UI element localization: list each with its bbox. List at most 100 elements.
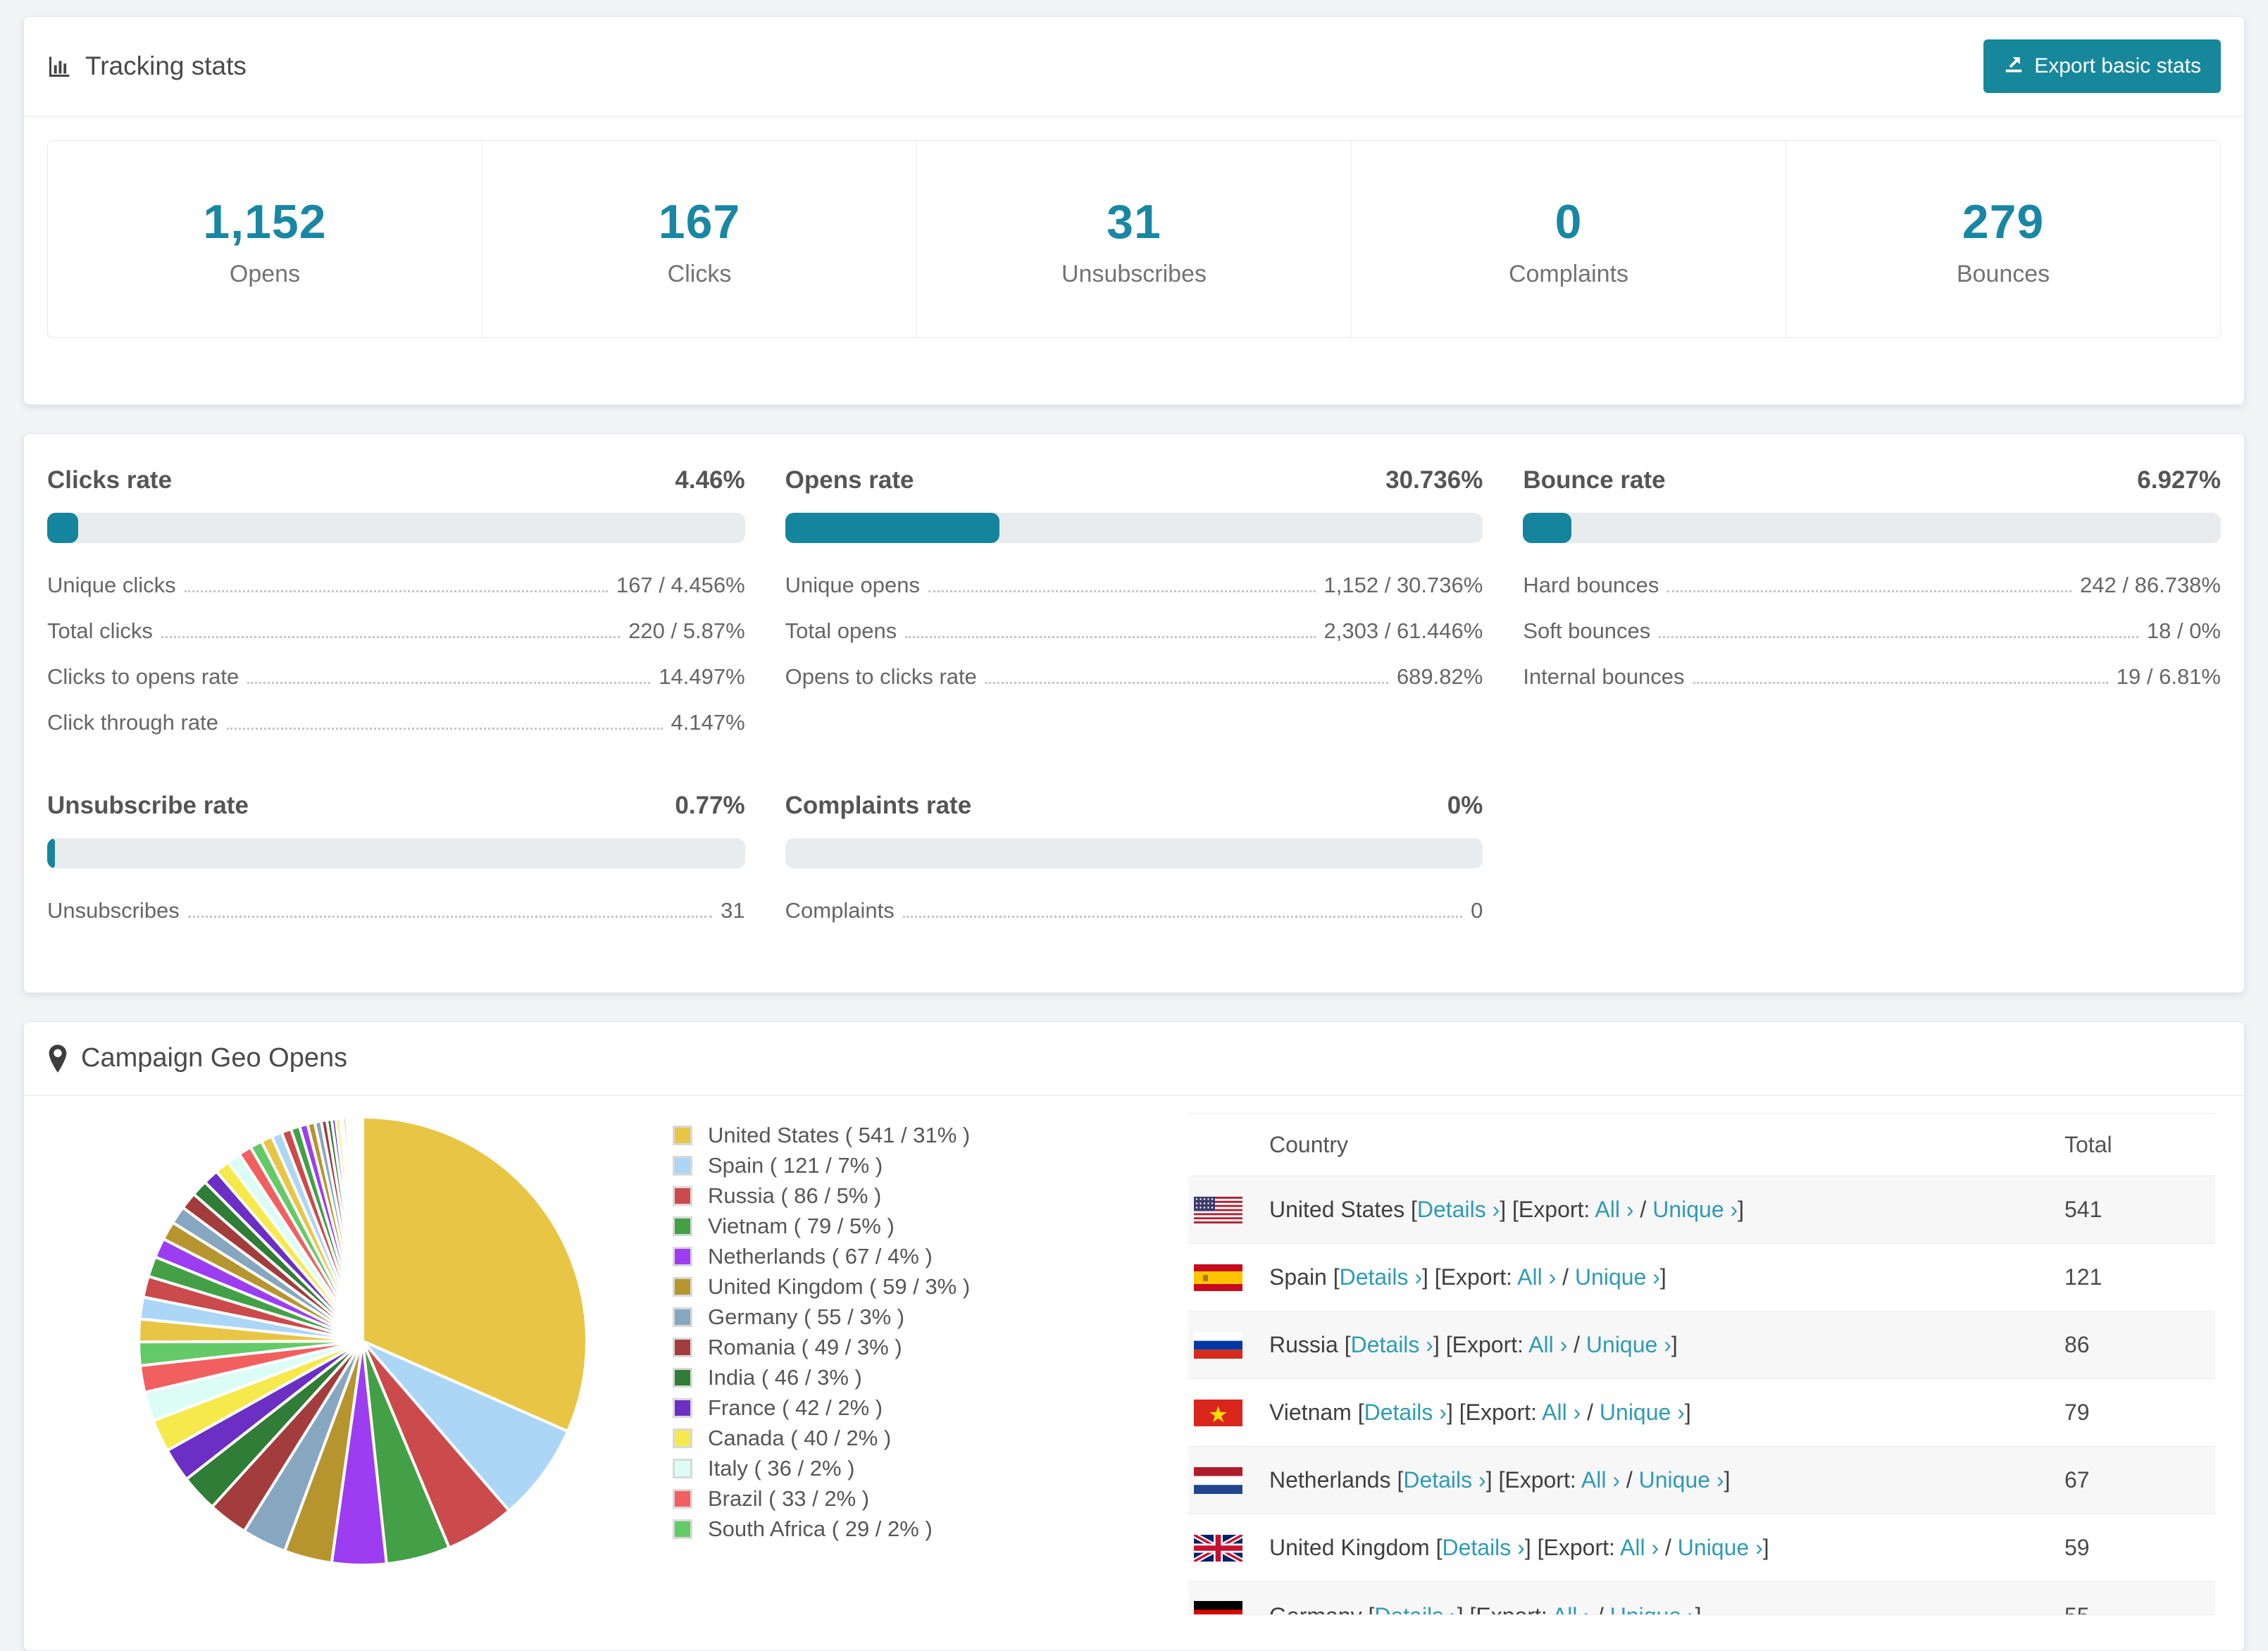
page-title: Tracking stats bbox=[85, 51, 247, 80]
legend-item-russia[interactable]: Russia ( 86 / 5% ) bbox=[673, 1185, 1067, 1207]
bracket-close: ] bbox=[1684, 1400, 1691, 1425]
bracket-close: ] bbox=[1762, 1535, 1769, 1560]
details-link[interactable]: Details › bbox=[1351, 1332, 1433, 1357]
geo-opens-header: Campaign Geo Opens bbox=[24, 1022, 2244, 1096]
total-cell: 121 bbox=[2064, 1264, 2102, 1290]
export-all-link[interactable]: All › bbox=[1620, 1535, 1659, 1560]
stat-cell: 279 Bounces bbox=[1786, 141, 2220, 337]
stat-cell: 0 Complaints bbox=[1351, 141, 1786, 337]
rate-row: Complaints 0 bbox=[785, 897, 1483, 925]
details-link[interactable]: Details › bbox=[1403, 1467, 1485, 1493]
legend-item-italy[interactable]: Italy ( 36 / 2% ) bbox=[673, 1457, 1067, 1480]
slash-separator: / bbox=[1581, 1400, 1600, 1425]
legend-item-brazil[interactable]: Brazil ( 33 / 2% ) bbox=[673, 1488, 1067, 1510]
legend-label: France ( 42 / 2% ) bbox=[708, 1395, 883, 1420]
rate-value: 0.77% bbox=[675, 792, 745, 819]
legend-swatch bbox=[673, 1428, 692, 1448]
total-cell: 55 bbox=[2064, 1603, 2215, 1614]
rate-row-value: 14.497% bbox=[659, 664, 745, 689]
export-label: ] [Export: bbox=[1433, 1332, 1529, 1357]
export-unique-link[interactable]: Unique › bbox=[1586, 1332, 1671, 1357]
legend-item-germany[interactable]: Germany ( 55 / 3% ) bbox=[673, 1306, 1067, 1328]
export-all-link[interactable]: All › bbox=[1595, 1197, 1633, 1222]
rate-value: 0% bbox=[1447, 792, 1483, 819]
legend-item-netherlands[interactable]: Netherlands ( 67 / 4% ) bbox=[673, 1245, 1067, 1268]
rate-value: 4.46% bbox=[675, 466, 745, 494]
progress-bar-track bbox=[1523, 513, 2221, 543]
flag-ru-icon bbox=[1194, 1331, 1269, 1359]
pie-slice-other[interactable] bbox=[360, 1115, 364, 1342]
export-basic-stats-button[interactable]: Export basic stats bbox=[1983, 39, 2221, 93]
export-all-link[interactable]: All › bbox=[1517, 1264, 1556, 1290]
slash-separator: / bbox=[1556, 1264, 1575, 1290]
rate-title: Bounce rate bbox=[1523, 466, 1666, 494]
rate-block-unsubscribe-rate: Unsubscribe rate 0.77% Unsubscribes 31 bbox=[47, 792, 745, 925]
rate-row: Total clicks 220 / 5.87% bbox=[47, 617, 745, 645]
rate-row-label: Unique opens bbox=[785, 573, 920, 597]
country-name: United Kingdom [ bbox=[1269, 1535, 1443, 1560]
export-unique-link[interactable]: Unique › bbox=[1575, 1264, 1660, 1290]
export-label: ] [Export: bbox=[1524, 1535, 1620, 1560]
export-unique-link[interactable]: Unique › bbox=[1610, 1603, 1695, 1614]
tracking-stats-title-wrap: Tracking stats bbox=[47, 51, 247, 81]
export-unique-link[interactable]: Unique › bbox=[1678, 1535, 1763, 1560]
details-link[interactable]: Details › bbox=[1374, 1603, 1457, 1614]
legend-item-vietnam[interactable]: Vietnam ( 79 / 5% ) bbox=[673, 1215, 1067, 1238]
legend-swatch bbox=[673, 1186, 692, 1206]
export-label: ] [Export: bbox=[1457, 1603, 1552, 1614]
flag-de-icon bbox=[1194, 1601, 1269, 1614]
export-all-link[interactable]: All › bbox=[1542, 1400, 1581, 1425]
geo-pie-chart[interactable] bbox=[130, 1109, 595, 1574]
rate-row: Unique clicks 167 / 4.456% bbox=[47, 571, 745, 599]
rate-row-label: Total opens bbox=[785, 618, 897, 643]
legend-item-south-africa[interactable]: South Africa ( 29 / 2% ) bbox=[673, 1518, 1067, 1540]
export-label: ] [Export: bbox=[1500, 1197, 1595, 1222]
legend-item-canada[interactable]: Canada ( 40 / 2% ) bbox=[673, 1427, 1067, 1450]
legend-label: Brazil ( 33 / 2% ) bbox=[708, 1486, 870, 1511]
legend-item-france[interactable]: France ( 42 / 2% ) bbox=[673, 1397, 1067, 1419]
bracket-close: ] bbox=[1659, 1264, 1666, 1290]
dotted-leader bbox=[1667, 571, 2072, 592]
details-link[interactable]: Details › bbox=[1417, 1197, 1500, 1222]
legend-item-romania[interactable]: Romania ( 49 / 3% ) bbox=[673, 1336, 1067, 1359]
rates-grid: Clicks rate 4.46% Unique clicks 167 / 4.456… bbox=[24, 434, 2244, 992]
rate-row-value: 4.147% bbox=[671, 710, 745, 735]
details-link[interactable]: Details › bbox=[1340, 1264, 1422, 1290]
rate-row-label: Clicks to opens rate bbox=[47, 664, 239, 689]
legend-label: India ( 46 / 3% ) bbox=[708, 1365, 862, 1390]
export-all-link[interactable]: All › bbox=[1552, 1603, 1591, 1614]
dotted-leader bbox=[226, 709, 663, 730]
legend-swatch bbox=[673, 1459, 692, 1478]
table-row-es: Spain [Details ›] [Export: All › / Uniqu… bbox=[1188, 1244, 2215, 1312]
legend-item-india[interactable]: India ( 46 / 3% ) bbox=[673, 1366, 1067, 1389]
geo-pie-legend: United States ( 541 / 31% ) Spain ( 121 /… bbox=[673, 1124, 1067, 1548]
export-all-link[interactable]: All › bbox=[1528, 1332, 1567, 1357]
details-link[interactable]: Details › bbox=[1442, 1535, 1524, 1560]
details-link[interactable]: Details › bbox=[1364, 1400, 1447, 1425]
rate-head: Unsubscribe rate 0.77% bbox=[47, 792, 745, 820]
flag-us-icon bbox=[1194, 1196, 1269, 1223]
rate-row-label: Click through rate bbox=[47, 710, 218, 735]
rate-row-label: Unique clicks bbox=[47, 573, 176, 597]
export-unique-link[interactable]: Unique › bbox=[1600, 1400, 1685, 1425]
export-unique-link[interactable]: Unique › bbox=[1639, 1467, 1724, 1493]
legend-label: United Kingdom ( 59 / 3% ) bbox=[708, 1274, 971, 1299]
stat-value: 0 bbox=[1554, 195, 1583, 249]
total-cell: 79 bbox=[2064, 1400, 2090, 1425]
rate-row-label: Internal bounces bbox=[1523, 664, 1685, 689]
legend-item-spain[interactable]: Spain ( 121 / 7% ) bbox=[673, 1154, 1067, 1177]
stat-cell: 1,152 Opens bbox=[48, 141, 482, 337]
export-all-link[interactable]: All › bbox=[1581, 1467, 1620, 1493]
legend-swatch bbox=[673, 1156, 692, 1176]
slash-separator: / bbox=[1633, 1197, 1653, 1222]
legend-label: Russia ( 86 / 5% ) bbox=[708, 1183, 882, 1208]
progress-bar-fill bbox=[47, 838, 55, 868]
country-cell: Germany [Details ›] [Export: All › / Uni… bbox=[1269, 1603, 2064, 1614]
export-label: ] [Export: bbox=[1446, 1400, 1543, 1425]
legend-item-united-states[interactable]: United States ( 541 / 31% ) bbox=[673, 1124, 1067, 1147]
legend-item-united-kingdom[interactable]: United Kingdom ( 59 / 3% ) bbox=[673, 1276, 1067, 1298]
export-unique-link[interactable]: Unique › bbox=[1652, 1197, 1738, 1222]
rate-row: Click through rate 4.147% bbox=[47, 709, 745, 737]
progress-bar-fill bbox=[785, 513, 1000, 543]
country-cell: Russia [Details ›] [Export: All › / Uniq… bbox=[1269, 1332, 2064, 1358]
